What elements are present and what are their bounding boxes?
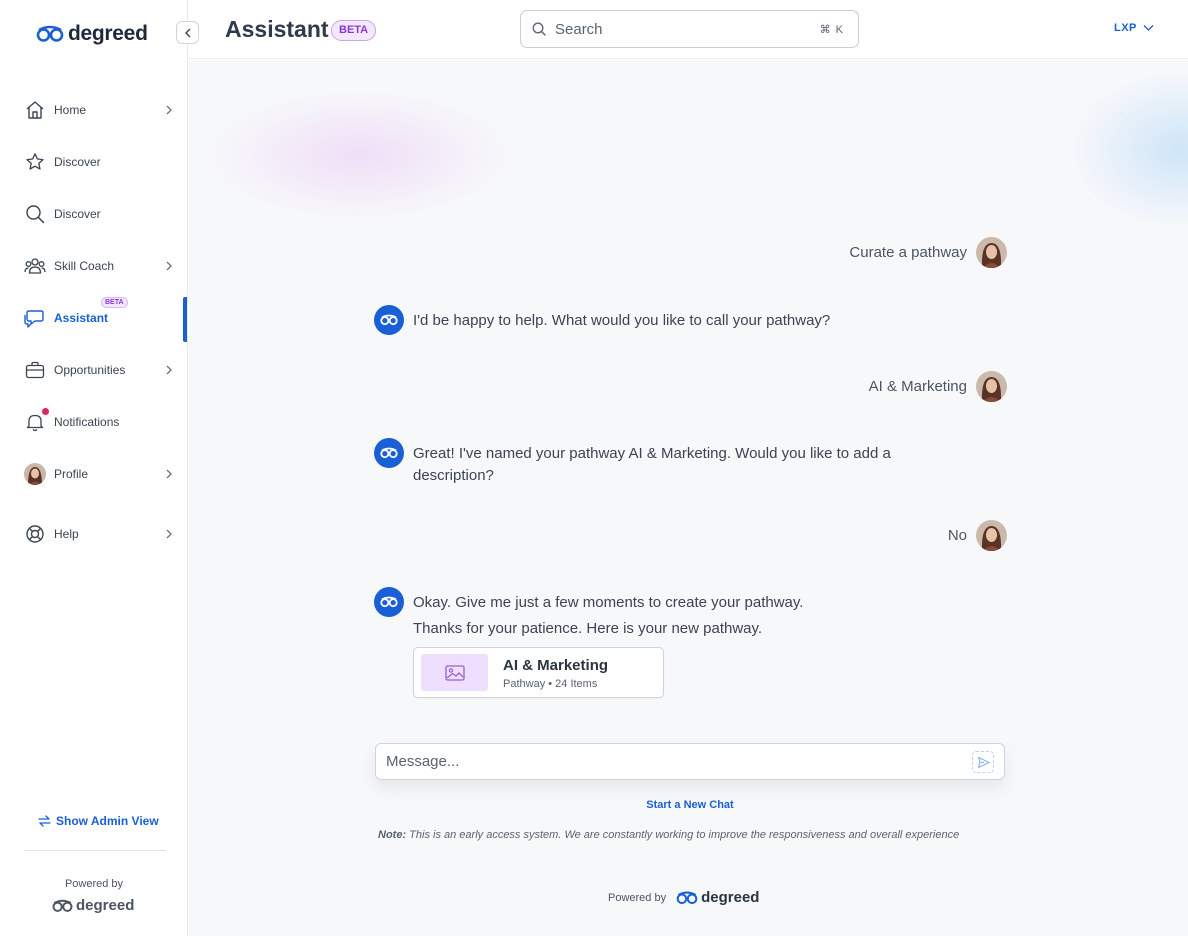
sidebar-item-label: Help xyxy=(54,527,79,541)
pathway-card[interactable]: AI & Marketing Pathway • 24 Items xyxy=(413,647,664,698)
assistant-avatar xyxy=(374,438,404,468)
chevron-down-icon xyxy=(1143,25,1154,31)
show-admin-view-link[interactable]: Show Admin View xyxy=(38,814,159,828)
degreed-logo[interactable]: degreed xyxy=(36,22,148,46)
product-switcher-label: LXP xyxy=(1114,22,1137,34)
notification-dot xyxy=(42,408,49,415)
page-title: Assistant xyxy=(225,16,329,42)
degreed-glasses-icon xyxy=(676,891,698,904)
chevron-left-icon xyxy=(184,28,190,37)
powered-by-label: Powered by xyxy=(64,878,124,890)
degreed-glasses-icon xyxy=(380,596,398,608)
people-icon xyxy=(24,255,46,277)
sidebar-item-home[interactable]: Home xyxy=(0,84,188,136)
user-avatar xyxy=(976,520,1007,551)
powered-by-logo: degreed xyxy=(676,889,759,906)
search-icon xyxy=(532,22,546,36)
user-message: AI & Marketing xyxy=(869,371,1007,402)
lifebuoy-icon xyxy=(24,523,46,545)
top-header: Assistant BETA Search ⌘ K LXP xyxy=(189,0,1188,59)
assistant-message-text: Thanks for your patience. Here is your n… xyxy=(413,620,763,637)
avatar xyxy=(24,463,46,485)
note-text: This is an early access system. We are c… xyxy=(409,829,960,841)
background-glow xyxy=(1069,70,1188,230)
powered-by-logo: degreed xyxy=(52,897,134,914)
powered-by-logo-text: degreed xyxy=(76,897,135,914)
assistant-message-text: Great! I've named your pathway AI & Mark… xyxy=(413,445,891,484)
chevron-right-icon xyxy=(166,469,172,479)
pathway-title: AI & Marketing xyxy=(503,657,609,674)
user-message-text: No xyxy=(947,527,967,544)
pathway-meta: Pathway • 24 Items xyxy=(503,678,598,690)
start-new-chat-link[interactable]: Start a New Chat xyxy=(189,799,1188,811)
start-new-chat-label[interactable]: Start a New Chat xyxy=(646,799,733,811)
note-label: Note: xyxy=(378,829,407,841)
star-icon xyxy=(24,151,46,173)
sidebar-item-label: Home xyxy=(54,103,87,117)
chat-area: Curate a pathway I'd be happy to help. W… xyxy=(189,60,1188,936)
collapse-sidebar-button[interactable] xyxy=(176,21,199,44)
sidebar-item-discover[interactable]: Discover xyxy=(0,136,188,188)
beta-badge-mini: BETA xyxy=(101,297,128,308)
message-composer xyxy=(375,743,1005,780)
search-shortcut: ⌘ K xyxy=(819,24,844,36)
chevron-right-icon xyxy=(166,529,172,539)
assistant-message-text: Okay. Give me just a few moments to crea… xyxy=(413,594,804,611)
sidebar-item-opportunities[interactable]: Opportunities xyxy=(0,344,188,396)
user-message-text: AI & Marketing xyxy=(868,378,967,395)
powered-by-footer: Powered by degreed xyxy=(608,889,759,906)
sidebar-item-label: Assistant xyxy=(54,311,109,325)
home-icon xyxy=(24,99,46,121)
image-icon xyxy=(444,664,465,681)
swap-icon xyxy=(38,815,51,827)
sidebar-item-label: Notifications xyxy=(54,415,120,429)
user-message-text: Curate a pathway xyxy=(849,244,967,261)
sidebar-item-notifications[interactable]: Notifications xyxy=(0,396,188,448)
assistant-avatar xyxy=(374,587,404,617)
sidebar-item-label: Discover xyxy=(54,155,101,169)
sidebar-item-assistant[interactable]: Assistant BETA xyxy=(0,292,188,344)
user-avatar xyxy=(976,237,1007,268)
disclaimer-note: Note: This is an early access system. We… xyxy=(378,829,959,841)
logo-text: degreed xyxy=(68,22,148,45)
sidebar-item-label: Discover xyxy=(54,207,101,221)
sidebar-item-profile[interactable]: Profile xyxy=(0,448,188,500)
user-message: Curate a pathway xyxy=(849,237,1007,268)
powered-by-logo-text: degreed xyxy=(701,889,760,906)
chevron-right-icon xyxy=(166,105,172,115)
degreed-glasses-icon xyxy=(52,899,73,912)
sidebar-item-discover-search[interactable]: Discover xyxy=(0,188,188,240)
assistant-avatar xyxy=(374,305,404,335)
powered-by-label: Powered by xyxy=(608,891,667,904)
beta-badge: BETA xyxy=(331,20,377,41)
chat-icon xyxy=(24,307,46,329)
sidebar-item-skill-coach[interactable]: Skill Coach xyxy=(0,240,188,292)
search-box[interactable]: Search ⌘ K xyxy=(520,10,859,48)
sidebar-divider xyxy=(24,850,166,851)
sidebar-item-help[interactable]: Help xyxy=(0,508,188,560)
sidebar-item-label: Skill Coach xyxy=(54,259,115,273)
sidebar: degreed Home Discover Discover Skill Coa… xyxy=(0,0,188,936)
admin-link-label: Show Admin View xyxy=(56,814,159,828)
sidebar-item-label: Opportunities xyxy=(54,363,126,377)
chevron-right-icon xyxy=(166,365,172,375)
chevron-right-icon xyxy=(166,261,172,271)
send-icon xyxy=(977,756,990,768)
sidebar-item-label: Profile xyxy=(54,467,89,481)
active-indicator xyxy=(183,297,187,342)
briefcase-icon xyxy=(24,359,46,381)
degreed-glasses-icon xyxy=(380,314,398,326)
degreed-glasses-icon xyxy=(380,447,398,459)
background-glow xyxy=(209,90,509,220)
user-avatar xyxy=(976,371,1007,402)
message-input[interactable] xyxy=(386,744,956,779)
search-input[interactable]: Search xyxy=(555,21,603,38)
pathway-thumbnail xyxy=(421,654,488,691)
user-message: No xyxy=(948,520,1007,551)
assistant-message-text: I'd be happy to help. What would you lik… xyxy=(413,312,831,329)
search-icon xyxy=(24,203,46,225)
product-switcher[interactable]: LXP xyxy=(1114,22,1154,34)
send-button[interactable] xyxy=(972,751,994,773)
degreed-glasses-icon xyxy=(36,25,64,42)
